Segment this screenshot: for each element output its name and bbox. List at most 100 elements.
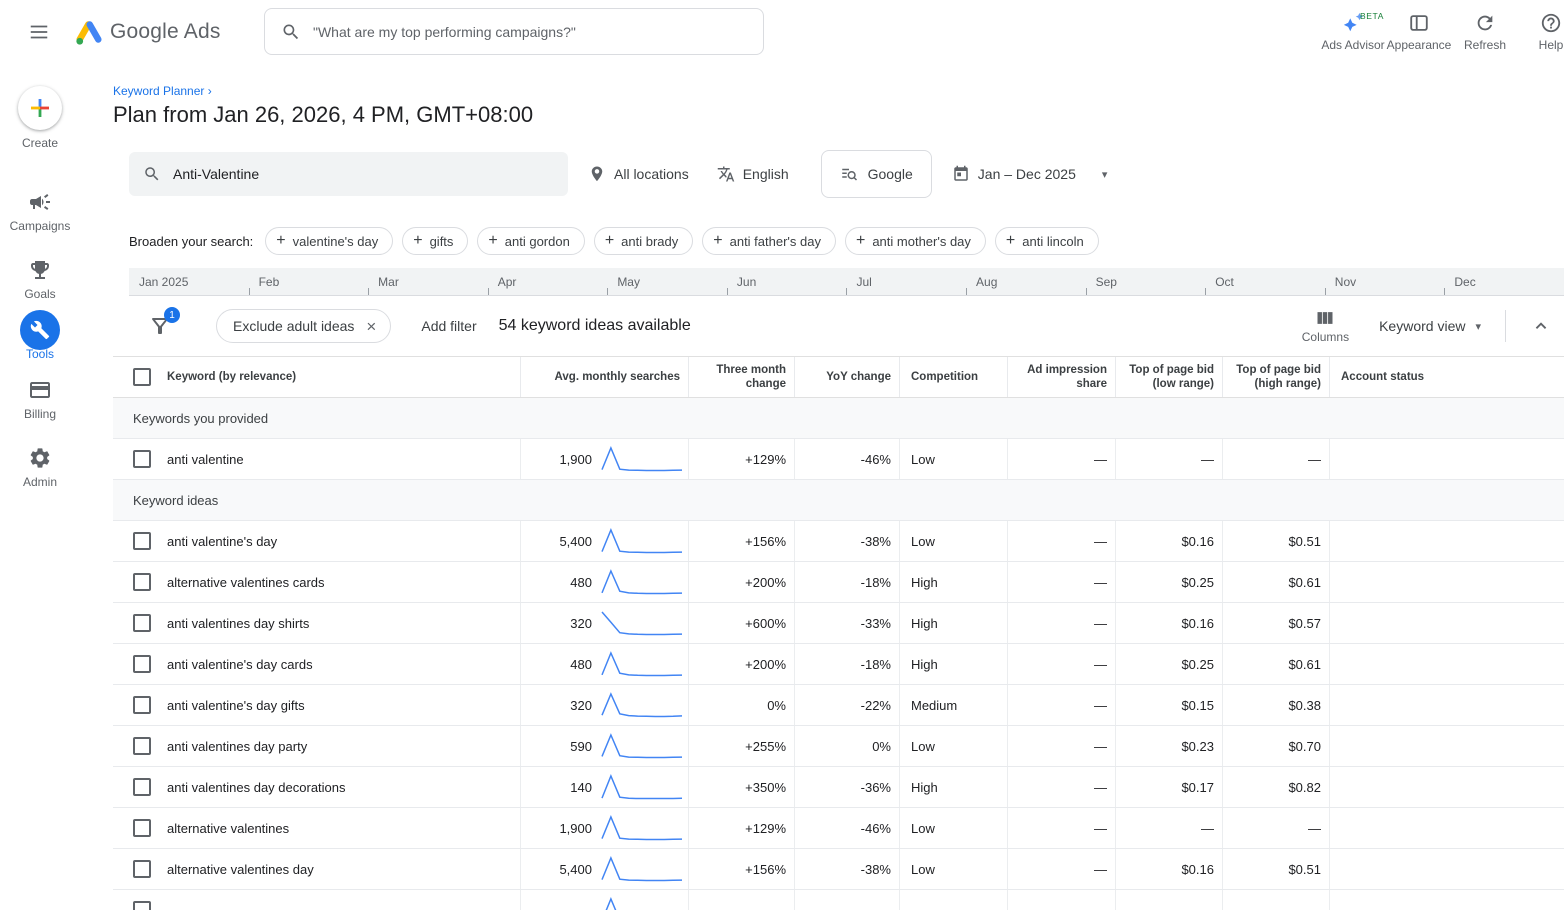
action-label: Help	[1539, 38, 1564, 52]
broaden-chip[interactable]: + anti father's day	[702, 227, 836, 255]
select-all-checkbox[interactable]	[133, 368, 151, 386]
sidebar-item-create[interactable]: Create	[18, 86, 62, 150]
topbar-actions: BETA Ads Advisor Appearance Refresh Help	[1320, 0, 1564, 64]
table-row[interactable]: anti valentines day party 590 +255% 0% L…	[113, 726, 1564, 767]
row-yoy-change: -33%	[794, 603, 899, 643]
goals-icon	[28, 258, 52, 282]
row-ad-impression-share: —	[1007, 685, 1115, 725]
column-header-keyword[interactable]: Keyword (by relevance)	[113, 357, 520, 397]
keyword-view-selector[interactable]: Keyword view ▾	[1379, 318, 1481, 334]
filter-button[interactable]: 1	[148, 314, 172, 338]
row-top-of-page-bid-low: $0.23	[1115, 726, 1222, 766]
appearance-button[interactable]: Appearance	[1386, 12, 1452, 52]
network-search-icon	[840, 165, 858, 183]
row-checkbox[interactable]	[133, 450, 151, 468]
row-checkbox[interactable]	[133, 737, 151, 755]
add-filter-button[interactable]: Add filter	[421, 318, 476, 334]
collapse-panel-button[interactable]	[1530, 315, 1552, 337]
sidebar-item-goals[interactable]: Goals	[24, 258, 55, 301]
row-checkbox[interactable]	[133, 655, 151, 673]
row-top-of-page-bid-low: $0.25	[1115, 644, 1222, 684]
filter-count-badge: 1	[164, 307, 180, 323]
close-icon[interactable]: ×	[366, 318, 376, 335]
row-checkbox[interactable]	[133, 573, 151, 591]
broaden-chip[interactable]: + anti brady	[594, 227, 693, 255]
table-row[interactable]: anti valentines day decorations 140 +350…	[113, 767, 1564, 808]
table-row[interactable]: anti valentine's day gifts 320 0% -22% M…	[113, 685, 1564, 726]
column-header-account-status[interactable]: Account status	[1329, 357, 1564, 397]
column-header-avg-monthly-searches[interactable]: Avg. monthly searches	[520, 357, 688, 397]
section-header-row: Keywords you provided	[113, 398, 1564, 439]
row-account-status	[1329, 603, 1564, 643]
trend-sparkline	[600, 649, 684, 679]
column-header-yoy-change[interactable]: YoY change	[794, 357, 899, 397]
trend-sparkline	[600, 567, 684, 597]
table-row[interactable]: anti valentine's day cards 480 +200% -18…	[113, 644, 1564, 685]
search-icon	[143, 165, 161, 183]
month-label: Jun	[727, 268, 847, 295]
action-label: Refresh	[1464, 38, 1506, 52]
refresh-button[interactable]: Refresh	[1452, 12, 1518, 52]
row-checkbox[interactable]	[133, 860, 151, 878]
language-value: English	[743, 166, 789, 182]
sidebar-item-admin[interactable]: Admin	[23, 446, 57, 489]
network-selector[interactable]: Google	[821, 150, 932, 198]
language-selector[interactable]: English	[703, 150, 803, 198]
broaden-chip[interactable]: + anti lincoln	[995, 227, 1099, 255]
row-keyword: anti valentines day decorations	[167, 780, 346, 795]
keyword-search-input[interactable]: Anti-Valentine	[129, 152, 568, 196]
google-ads-logo[interactable]: Google Ads	[74, 17, 221, 47]
help-button[interactable]: Help	[1518, 12, 1564, 52]
row-three-month-change: +129%	[688, 808, 794, 848]
table-row[interactable]: alternative valentines 1,900 +129% -46% …	[113, 808, 1564, 849]
filter-chip-exclude-adult[interactable]: Exclude adult ideas ×	[216, 309, 391, 343]
column-header-top-of-page-bid-low[interactable]: Top of page bid (low range)	[1115, 357, 1222, 397]
sidebar-item-billing[interactable]: Billing	[24, 378, 56, 421]
row-checkbox[interactable]	[133, 696, 151, 714]
row-three-month-change: +200%	[688, 644, 794, 684]
broaden-chip[interactable]: + anti mother's day	[845, 227, 986, 255]
table-row[interactable]: alternative valentines day 5,400 +156% -…	[113, 849, 1564, 890]
table-row[interactable]: anti valentine's day 5,400 +156% -38% Lo…	[113, 521, 1564, 562]
main-content: Keyword Planner › Plan from Jan 26, 2026…	[80, 64, 1564, 910]
location-value: All locations	[614, 166, 689, 182]
row-top-of-page-bid-high: $0.61	[1222, 644, 1329, 684]
sidebar-item-tools[interactable]: Tools	[20, 318, 60, 361]
table-row-partial[interactable]	[113, 890, 1564, 910]
broaden-chip[interactable]: + valentine's day	[265, 227, 393, 255]
columns-button[interactable]: Columns	[1302, 308, 1349, 344]
column-header-three-month-change[interactable]: Three month change	[688, 357, 794, 397]
main-menu-button[interactable]	[28, 21, 50, 43]
column-header-label: Three month change	[697, 363, 786, 392]
row-checkbox[interactable]	[133, 614, 151, 632]
row-keyword: anti valentines day shirts	[167, 616, 309, 631]
row-checkbox[interactable]	[133, 778, 151, 796]
row-checkbox[interactable]	[133, 901, 151, 910]
broaden-chip[interactable]: + anti gordon	[477, 227, 584, 255]
trend-sparkline	[600, 772, 684, 802]
column-header-competition[interactable]: Competition	[899, 357, 1007, 397]
row-checkbox[interactable]	[133, 819, 151, 837]
date-range-selector[interactable]: Jan – Dec 2025 ▾	[938, 150, 1122, 198]
create-button[interactable]	[18, 86, 62, 130]
broaden-search-row: Broaden your search: + valentine's day +…	[129, 226, 1564, 256]
results-toolbar: 1 Exclude adult ideas × Add filter 54 ke…	[113, 296, 1564, 356]
breadcrumb-link[interactable]: Keyword Planner	[113, 84, 204, 98]
row-top-of-page-bid-high: —	[1222, 808, 1329, 848]
row-competition: Low	[899, 439, 1007, 479]
column-header-label: Avg. monthly searches	[555, 370, 680, 384]
column-header-ad-impression-share[interactable]: Ad impression share	[1007, 357, 1115, 397]
table-row[interactable]: alternative valentines cards 480 +200% -…	[113, 562, 1564, 603]
row-checkbox[interactable]	[133, 532, 151, 550]
column-header-top-of-page-bid-high[interactable]: Top of page bid (high range)	[1222, 357, 1329, 397]
topbar-search-input[interactable]: "What are my top performing campaigns?"	[264, 8, 764, 55]
table-row[interactable]: anti valentines day shirts 320 +600% -33…	[113, 603, 1564, 644]
ads-advisor-button[interactable]: BETA Ads Advisor	[1320, 12, 1386, 52]
row-top-of-page-bid-high: $0.70	[1222, 726, 1329, 766]
sidebar-item-campaigns[interactable]: Campaigns	[10, 190, 71, 233]
table-row[interactable]: anti valentine 1,900 +129% -46% Low — — …	[113, 439, 1564, 480]
sidebar-item-label: Admin	[23, 475, 57, 489]
location-selector[interactable]: All locations	[574, 150, 703, 198]
trend-sparkline	[600, 608, 684, 638]
broaden-chip[interactable]: + gifts	[402, 227, 468, 255]
